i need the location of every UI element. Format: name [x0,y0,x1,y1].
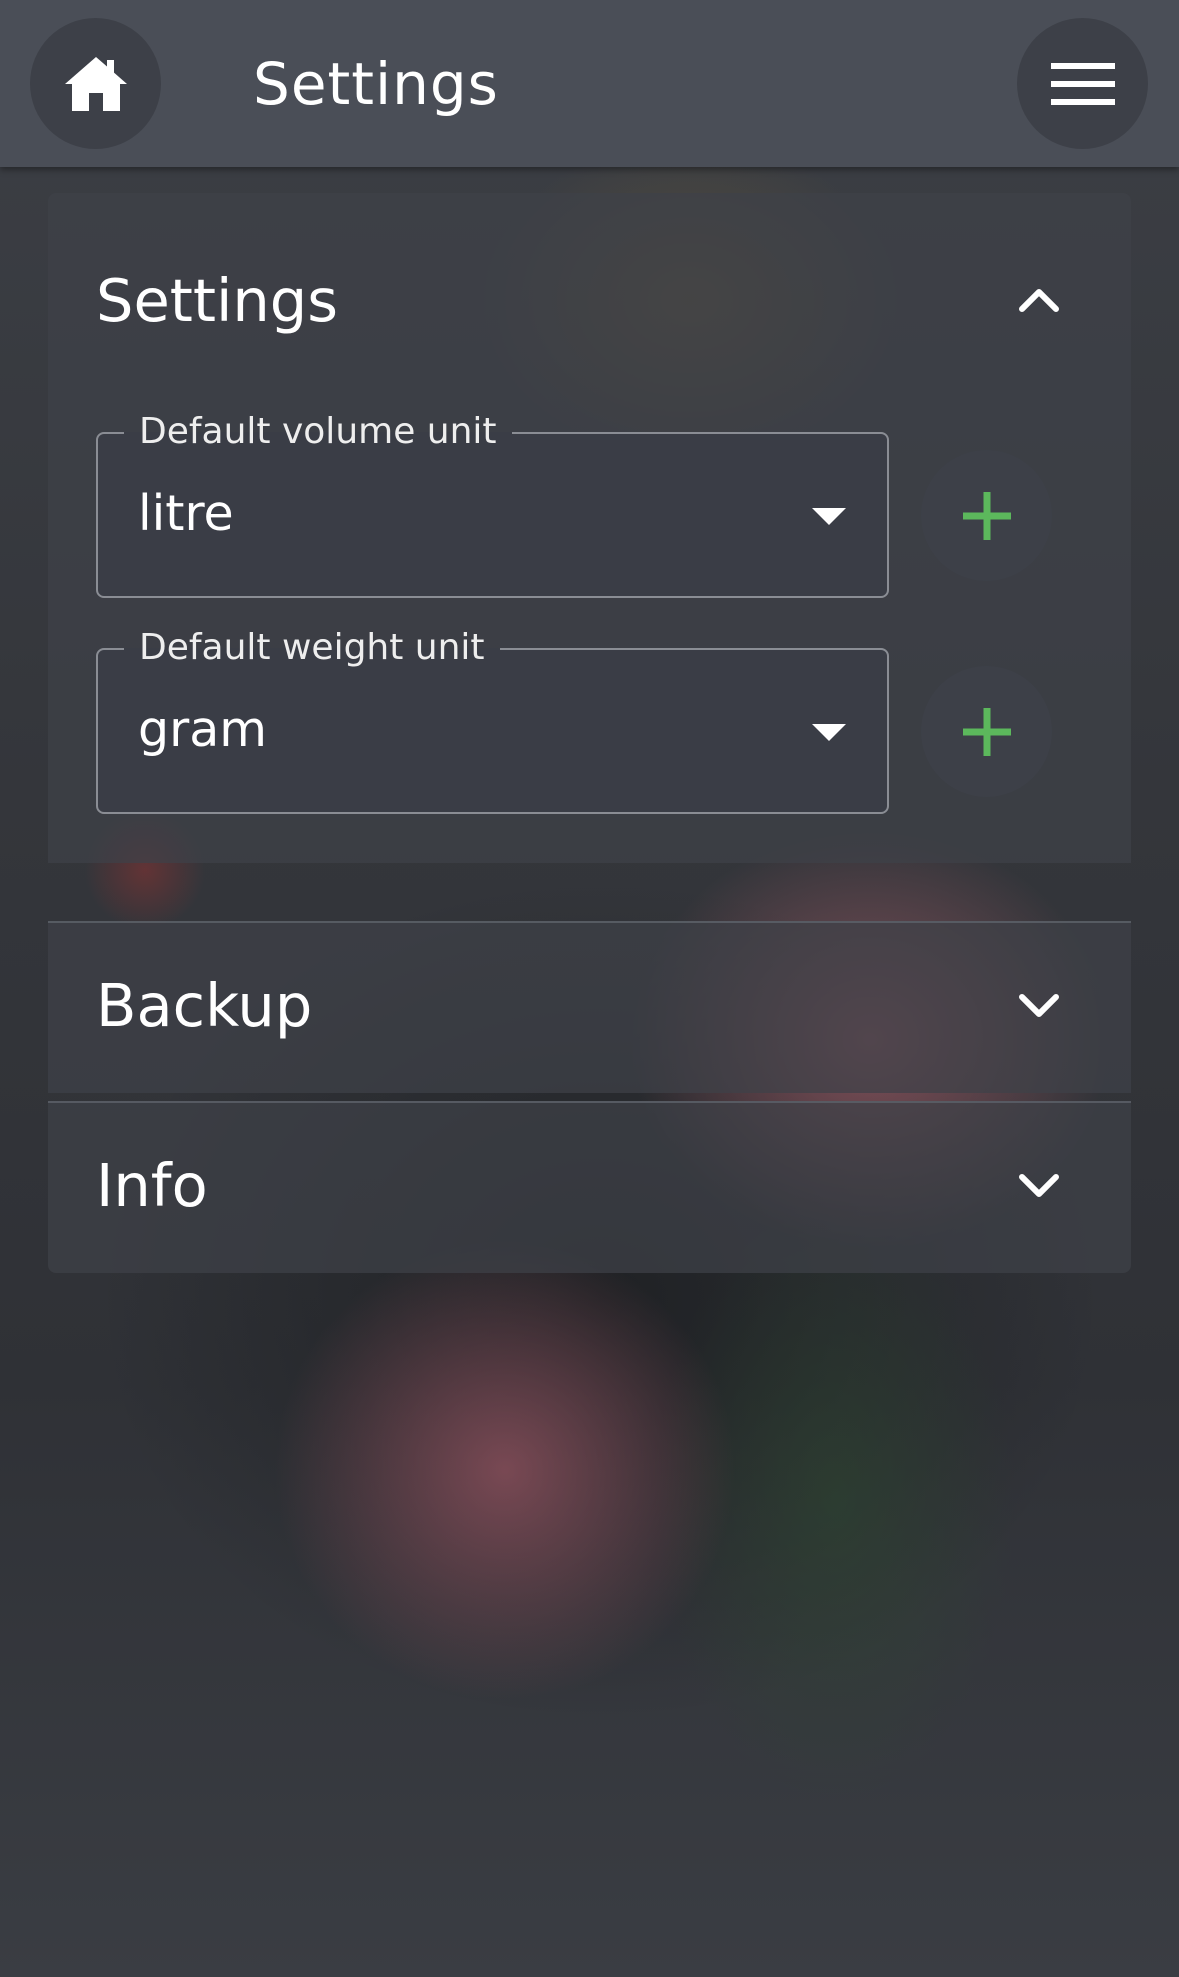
hamburger-menu-icon [1050,62,1115,105]
info-panel-title[interactable]: Info [96,1148,208,1224]
chevron-down-icon[interactable] [1014,1161,1064,1211]
info-panel[interactable]: Info [48,1101,1131,1273]
default-weight-unit-label: Default weight unit [124,624,500,672]
chevron-down-icon[interactable] [1014,981,1064,1031]
default-volume-unit-select[interactable]: Default volume unit litre [96,408,889,598]
home-button[interactable] [30,18,161,149]
backup-panel-title[interactable]: Backup [96,968,312,1044]
add-weight-unit-button[interactable] [921,666,1052,797]
chevron-up-icon[interactable] [1014,275,1064,325]
settings-panel: Settings Default volume unit litre Defau… [48,193,1131,863]
backup-panel[interactable]: Backup [48,921,1131,1093]
plus-icon [962,491,1011,540]
app-bar: Settings [0,0,1179,167]
settings-panel-title[interactable]: Settings [96,263,338,339]
dropdown-arrow-icon [812,508,846,525]
default-weight-unit-value: gram [138,701,268,758]
dropdown-arrow-icon [812,724,846,741]
menu-button[interactable] [1017,18,1148,149]
default-volume-unit-label: Default volume unit [124,408,512,456]
page-title: Settings [253,50,499,118]
add-volume-unit-button[interactable] [921,450,1052,581]
default-weight-unit-select[interactable]: Default weight unit gram [96,624,889,814]
home-icon [64,56,127,111]
plus-icon [962,707,1011,756]
default-volume-unit-value: litre [138,485,234,542]
